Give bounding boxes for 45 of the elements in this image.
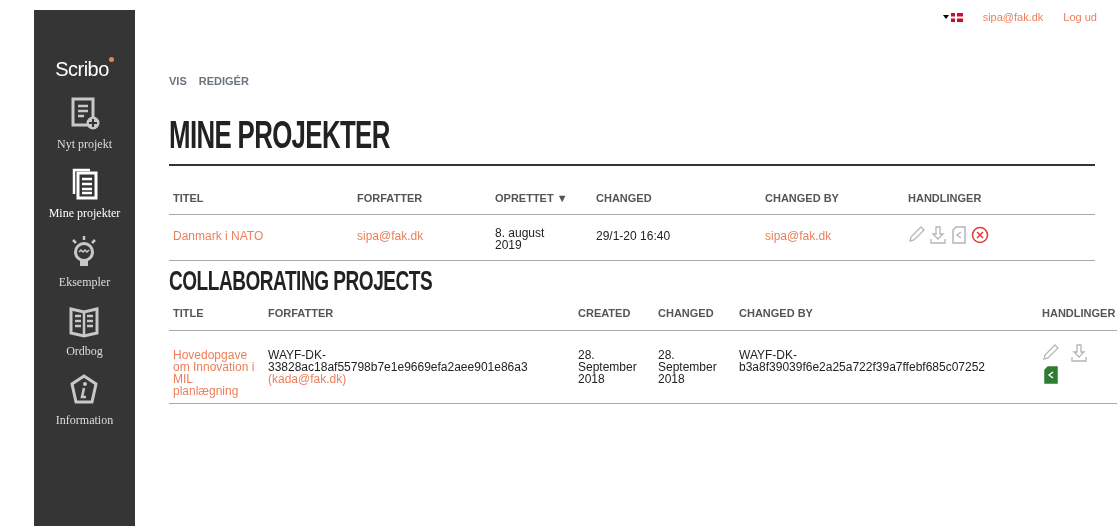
language-selector[interactable]	[942, 12, 963, 22]
sidebar-item[interactable]: Ordbog	[66, 304, 103, 360]
sidebar-item[interactable]: Eksempler	[58, 235, 111, 291]
changed-by-link[interactable]: sipa@fak.dk	[765, 229, 832, 243]
view-tab[interactable]: VIS	[169, 73, 187, 90]
danish-flag-icon	[950, 12, 963, 22]
created-date: 8. august 2019	[495, 227, 546, 251]
logo[interactable]: Scribo	[55, 54, 114, 84]
column-header: HANDLINGER	[904, 181, 1095, 215]
sidebar-item[interactable]: Nyt projekt	[57, 97, 112, 153]
pencil-icon[interactable]	[908, 225, 926, 245]
info-icon	[69, 373, 100, 407]
delete-icon[interactable]	[971, 225, 989, 245]
author-email-link[interactable]: (kada@fak.dk)	[268, 371, 347, 386]
changed-date: 28. September 2018	[658, 347, 717, 386]
column-header: CHANGED BY	[761, 181, 904, 215]
column-header: TITEL	[169, 181, 353, 215]
author-link[interactable]: sipa@fak.dk	[357, 229, 424, 243]
logout-link[interactable]: Log ud	[1063, 8, 1097, 26]
column-header: CHANGED	[592, 181, 761, 215]
column-header: CHANGED	[654, 297, 735, 330]
page-title: MINE PROJEKTER	[169, 115, 391, 154]
document-plus-icon	[69, 97, 100, 131]
project-title-link[interactable]: Hovedopgave om Innovation i MIL planlægning	[173, 348, 255, 397]
author-id: WAYF-DK-33828ac18af55798b7e1e9669efa2aee901e86a3	[268, 348, 529, 373]
user-email-link[interactable]: sipa@fak.dk	[982, 8, 1044, 26]
column-header: FORFATTER	[264, 297, 574, 330]
view-tab[interactable]: REDIGÉR	[198, 73, 249, 90]
created-date: 28. September 2018	[578, 347, 637, 386]
changed-by-id: WAYF-DK-b3a8f39039f6e2a25a722f39a7ffebf685c07252	[739, 348, 987, 373]
download-icon[interactable]	[929, 225, 947, 245]
column-header: FORFATTER	[353, 181, 491, 215]
column-header: CHANGED BY	[735, 297, 1038, 330]
project-title-link[interactable]: Danmark i NATO	[173, 229, 264, 243]
changed-date: 29/1-20 16:40	[596, 229, 671, 243]
column-header: HANDLINGER	[1038, 297, 1117, 330]
column-header[interactable]: OPRETTET ▼	[491, 181, 592, 215]
column-header: CREATED	[574, 297, 654, 330]
download-icon[interactable]	[1070, 342, 1088, 363]
sidebar-item[interactable]: Mine projekter	[48, 166, 121, 222]
share-document-icon[interactable]	[1042, 364, 1060, 385]
column-header: TITLE	[169, 297, 264, 330]
section-title: COLLABORATING PROJECTS	[169, 267, 434, 295]
open-book-icon	[69, 304, 100, 338]
sidebar-item[interactable]: Information	[55, 373, 114, 429]
